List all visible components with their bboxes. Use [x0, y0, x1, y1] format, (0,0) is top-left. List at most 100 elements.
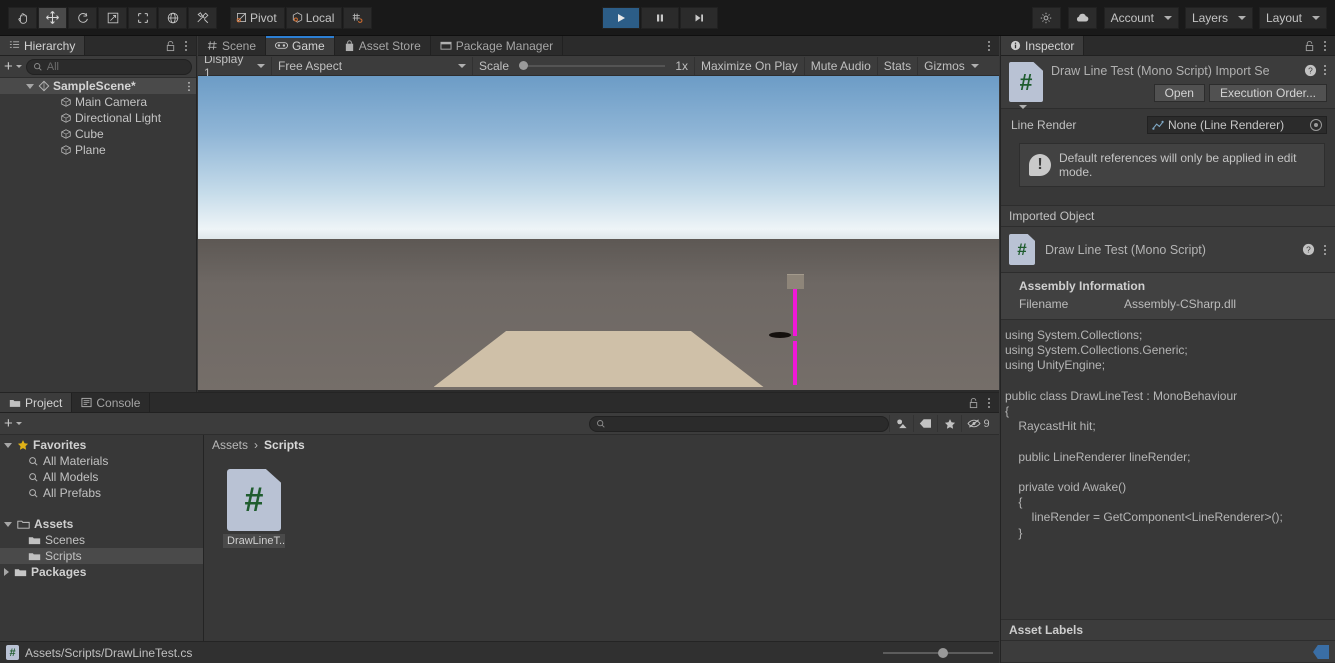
tab-asset-store[interactable]: Asset Store: [334, 36, 431, 55]
asset-item-drawlinetest[interactable]: # DrawLineT...: [222, 469, 286, 548]
filter-favorites-button[interactable]: [937, 415, 961, 432]
line-render-object-field[interactable]: None (Line Renderer): [1147, 116, 1327, 134]
open-button[interactable]: Open: [1153, 84, 1205, 102]
thumbnail-zoom-slider[interactable]: [883, 647, 993, 658]
triangle-right-icon[interactable]: [4, 568, 9, 576]
inspector-tab-label: Inspector: [1025, 38, 1075, 53]
lock-icon[interactable]: [1304, 40, 1315, 52]
tab-game[interactable]: Game: [266, 36, 335, 55]
folder-icon: [17, 519, 30, 530]
hand-tool-button[interactable]: [8, 6, 37, 29]
kebab-menu-icon[interactable]: [987, 397, 991, 409]
chevron-down-icon[interactable]: [1019, 105, 1027, 109]
custom-tool-button[interactable]: [188, 6, 217, 29]
help-icon[interactable]: ?: [1304, 64, 1317, 77]
slider-track[interactable]: [883, 647, 993, 658]
inspector-tab-controls: [1296, 36, 1335, 55]
layers-dropdown[interactable]: Layers: [1184, 6, 1253, 29]
kebab-menu-icon[interactable]: [1323, 40, 1327, 52]
kebab-menu-icon[interactable]: [987, 40, 991, 52]
slider-knob[interactable]: [519, 60, 529, 70]
triangle-down-icon[interactable]: [4, 442, 12, 448]
tab-package-manager[interactable]: Package Manager: [430, 36, 564, 55]
rect-tool-button[interactable]: [128, 6, 157, 29]
lock-icon[interactable]: [968, 397, 979, 409]
slider-knob[interactable]: [938, 647, 948, 658]
tab-project[interactable]: Project: [0, 393, 73, 412]
project-tree-packages[interactable]: Packages: [0, 564, 203, 580]
kebab-menu-icon[interactable]: [187, 81, 196, 92]
project-tree-favorites[interactable]: Favorites: [0, 437, 203, 453]
project-search-input[interactable]: [589, 415, 889, 432]
scale-tool-button[interactable]: [98, 6, 127, 29]
main-toolbar: Pivot Local Account Layers Layout: [0, 0, 1335, 36]
gizmos-dropdown[interactable]: Gizmos: [918, 57, 985, 75]
collab-icon-button[interactable]: [1031, 6, 1061, 29]
project-tree-all-prefabs[interactable]: All Prefabs: [0, 485, 203, 501]
layout-dropdown[interactable]: Layout: [1258, 6, 1327, 29]
svg-text:?: ?: [1306, 245, 1311, 255]
cloud-icon-button[interactable]: [1067, 6, 1097, 29]
gameobject-icon: [60, 112, 72, 124]
hierarchy-item-cube[interactable]: Cube: [0, 126, 196, 142]
object-picker-icon[interactable]: [1310, 119, 1322, 131]
transform-tool-button[interactable]: [158, 6, 187, 29]
filename-label: Filename: [1019, 297, 1069, 311]
tab-inspector[interactable]: Inspector: [1001, 36, 1085, 55]
svg-text:?: ?: [1308, 66, 1313, 76]
pivot-toggle-button[interactable]: Pivot: [230, 6, 285, 29]
help-icon[interactable]: ?: [1302, 243, 1315, 256]
pivot-group: Pivot Local: [230, 6, 373, 29]
gameview-tabbar: Scene Game Asset Store Package Manager: [198, 36, 999, 56]
hidden-packages-button[interactable]: 9: [961, 415, 995, 432]
hierarchy-tab-controls: [157, 36, 196, 55]
project-tree-scripts[interactable]: Scripts: [0, 548, 203, 564]
scale-slider-group[interactable]: Scale 1x: [473, 56, 695, 75]
kebab-menu-icon[interactable]: [1323, 244, 1327, 256]
gameobject-icon: [60, 128, 72, 140]
project-tab-controls: [960, 393, 999, 412]
filter-by-label-button[interactable]: [913, 415, 937, 432]
tab-console[interactable]: Console: [72, 393, 151, 412]
add-label-tag-icon[interactable]: [1313, 645, 1329, 659]
kebab-menu-icon[interactable]: [1323, 64, 1327, 76]
line-renderer-upper-segment: [793, 288, 797, 336]
tab-scene[interactable]: Scene: [198, 36, 267, 55]
breadcrumb-scripts[interactable]: Scripts: [264, 438, 305, 452]
hierarchy-search-input[interactable]: All: [25, 58, 192, 75]
triangle-down-icon[interactable]: [4, 521, 12, 527]
gameobject-icon: [60, 96, 72, 108]
rotate-tool-button[interactable]: [68, 6, 97, 29]
game-render-canvas[interactable]: [198, 76, 999, 390]
local-toggle-button[interactable]: Local: [285, 6, 343, 29]
pause-button[interactable]: [641, 6, 679, 29]
snap-settings-button[interactable]: [343, 6, 373, 29]
move-tool-button[interactable]: [38, 6, 67, 29]
scale-slider[interactable]: [519, 60, 666, 70]
stats-toggle[interactable]: Stats: [878, 56, 919, 75]
execution-order-button[interactable]: Execution Order...: [1208, 84, 1327, 102]
hierarchy-item-main-camera[interactable]: Main Camera: [0, 94, 196, 110]
breadcrumb-assets[interactable]: Assets: [212, 438, 248, 452]
kebab-menu-icon[interactable]: [184, 40, 188, 52]
project-tree-all-materials[interactable]: All Materials: [0, 453, 203, 469]
create-asset-button[interactable]: +: [4, 416, 22, 431]
aspect-dropdown[interactable]: Free Aspect: [272, 56, 473, 75]
hierarchy-item-plane[interactable]: Plane: [0, 142, 196, 158]
tab-hierarchy[interactable]: Hierarchy: [0, 36, 86, 55]
lock-icon[interactable]: [165, 40, 176, 52]
filter-by-type-button[interactable]: [889, 415, 913, 432]
project-tree-all-models[interactable]: All Models: [0, 469, 203, 485]
mute-audio-toggle[interactable]: Mute Audio: [805, 56, 878, 75]
create-object-button[interactable]: +: [4, 59, 22, 74]
project-tree-scenes[interactable]: Scenes: [0, 532, 203, 548]
play-button[interactable]: [602, 6, 640, 29]
project-tree-assets[interactable]: Assets: [0, 516, 203, 532]
hierarchy-scene-row[interactable]: SampleScene*: [0, 78, 196, 94]
maximize-on-play-toggle[interactable]: Maximize On Play: [695, 56, 805, 75]
hierarchy-item-directional-light[interactable]: Directional Light: [0, 110, 196, 126]
triangle-down-icon[interactable]: [26, 83, 34, 89]
step-button[interactable]: [680, 6, 718, 29]
display-dropdown[interactable]: Display 1: [198, 52, 272, 80]
account-dropdown[interactable]: Account: [1103, 6, 1179, 29]
